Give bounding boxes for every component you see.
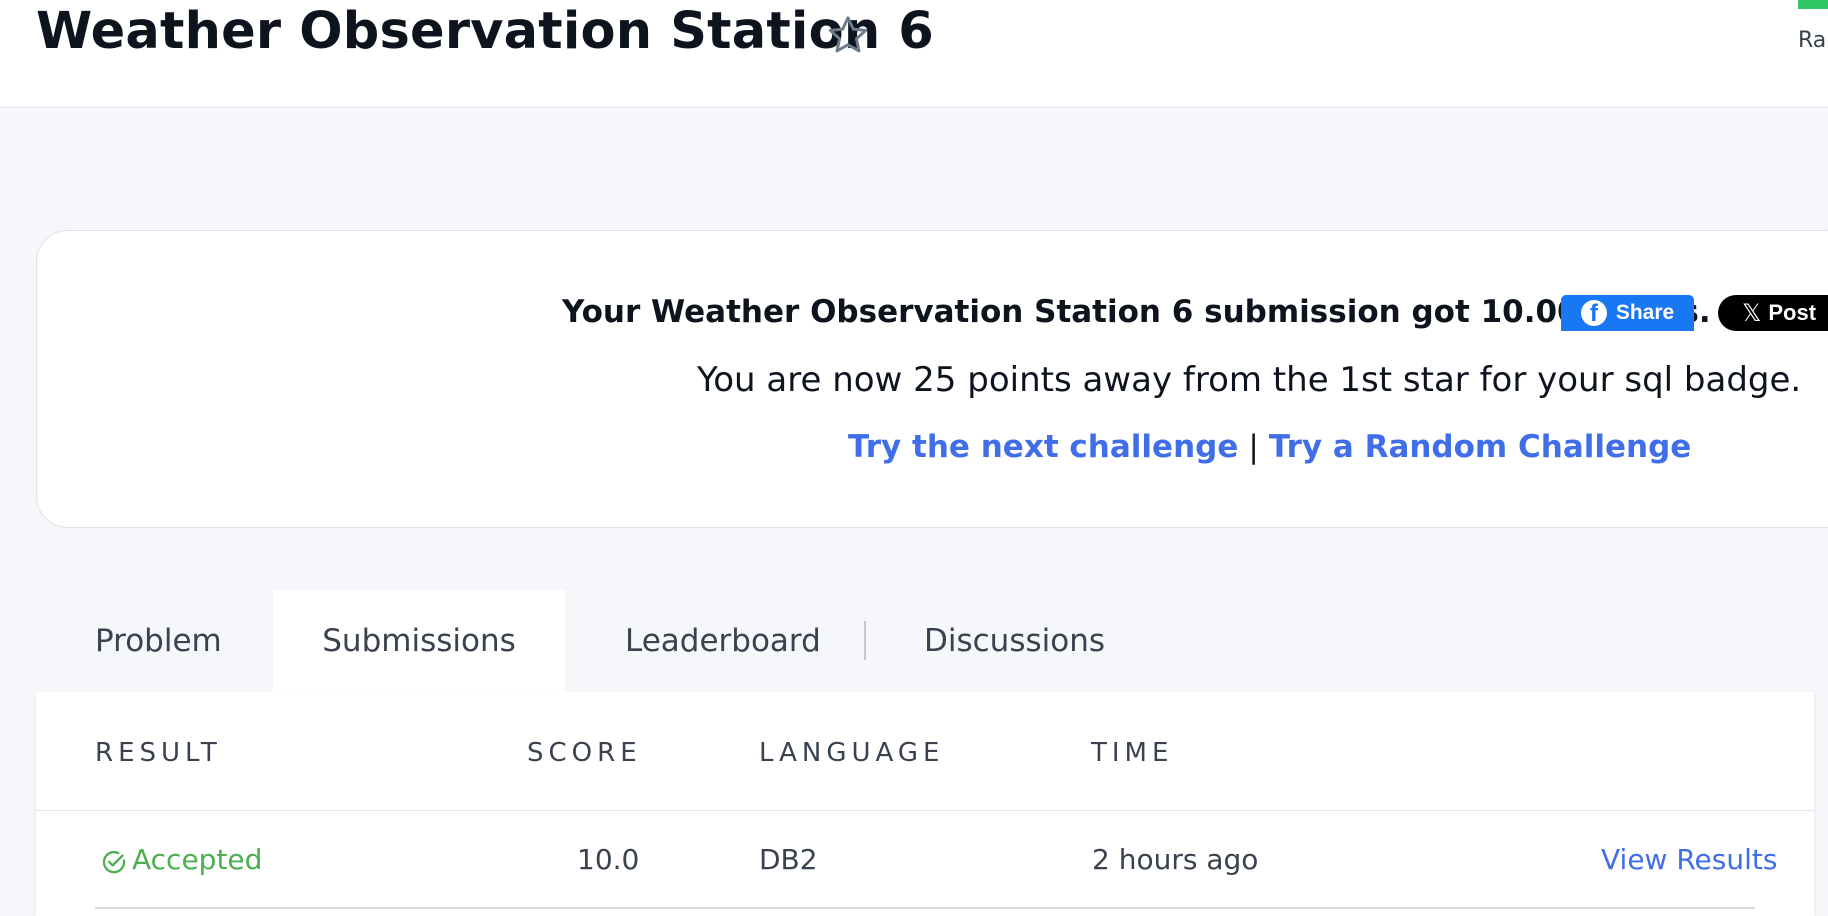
tab-problem[interactable]: Problem: [95, 590, 222, 692]
page-title: Weather Observation Station 6: [36, 2, 934, 61]
column-header-time: TIME: [1091, 738, 1174, 768]
submission-language: DB2: [759, 843, 818, 876]
tab-divider: [864, 621, 866, 660]
x-logo-icon: 𝕏: [1742, 299, 1762, 327]
column-header-language: LANGUAGE: [759, 738, 945, 768]
column-header-result: RESULT: [95, 738, 222, 768]
table-header-divider: [36, 810, 1814, 811]
facebook-icon: f: [1580, 300, 1607, 326]
tab-discussions[interactable]: Discussions: [924, 590, 1105, 692]
submission-status-label: Accepted: [132, 843, 263, 876]
facebook-share-button[interactable]: f Share: [1561, 295, 1694, 331]
rank-progress-bar: [1798, 0, 1828, 9]
tab-leaderboard[interactable]: Leaderboard: [625, 590, 821, 692]
badge-progress-message: You are now 25 points away from the 1st …: [697, 360, 1802, 400]
view-results-link[interactable]: View Results: [1601, 842, 1777, 878]
rank-label: Ran: [1798, 28, 1828, 53]
check-circle-icon: [102, 850, 126, 874]
tab-submissions[interactable]: Submissions: [273, 590, 565, 692]
row-divider: [95, 907, 1755, 909]
submission-time: 2 hours ago: [1092, 843, 1259, 876]
submission-status: Accepted: [100, 842, 262, 878]
link-separator: |: [1248, 429, 1259, 465]
submission-points-message: Your Weather Observation Station 6 submi…: [562, 294, 1711, 330]
column-header-score: SCORE: [527, 738, 642, 768]
submissions-table: [36, 692, 1814, 916]
post-button-label: Post: [1768, 300, 1817, 325]
page-header: Weather Observation Station 6 Ran: [0, 0, 1828, 108]
share-button-label: Share: [1615, 301, 1675, 324]
x-post-button[interactable]: 𝕏 Post: [1718, 295, 1828, 331]
next-challenge-link[interactable]: Try the next challenge: [848, 429, 1238, 465]
star-outline-icon[interactable]: [826, 13, 870, 57]
submission-score: 10.0: [577, 843, 640, 876]
random-challenge-link[interactable]: Try a Random Challenge: [1269, 429, 1691, 465]
challenge-links: Try the next challenge | Try a Random Chal…: [848, 426, 1691, 468]
